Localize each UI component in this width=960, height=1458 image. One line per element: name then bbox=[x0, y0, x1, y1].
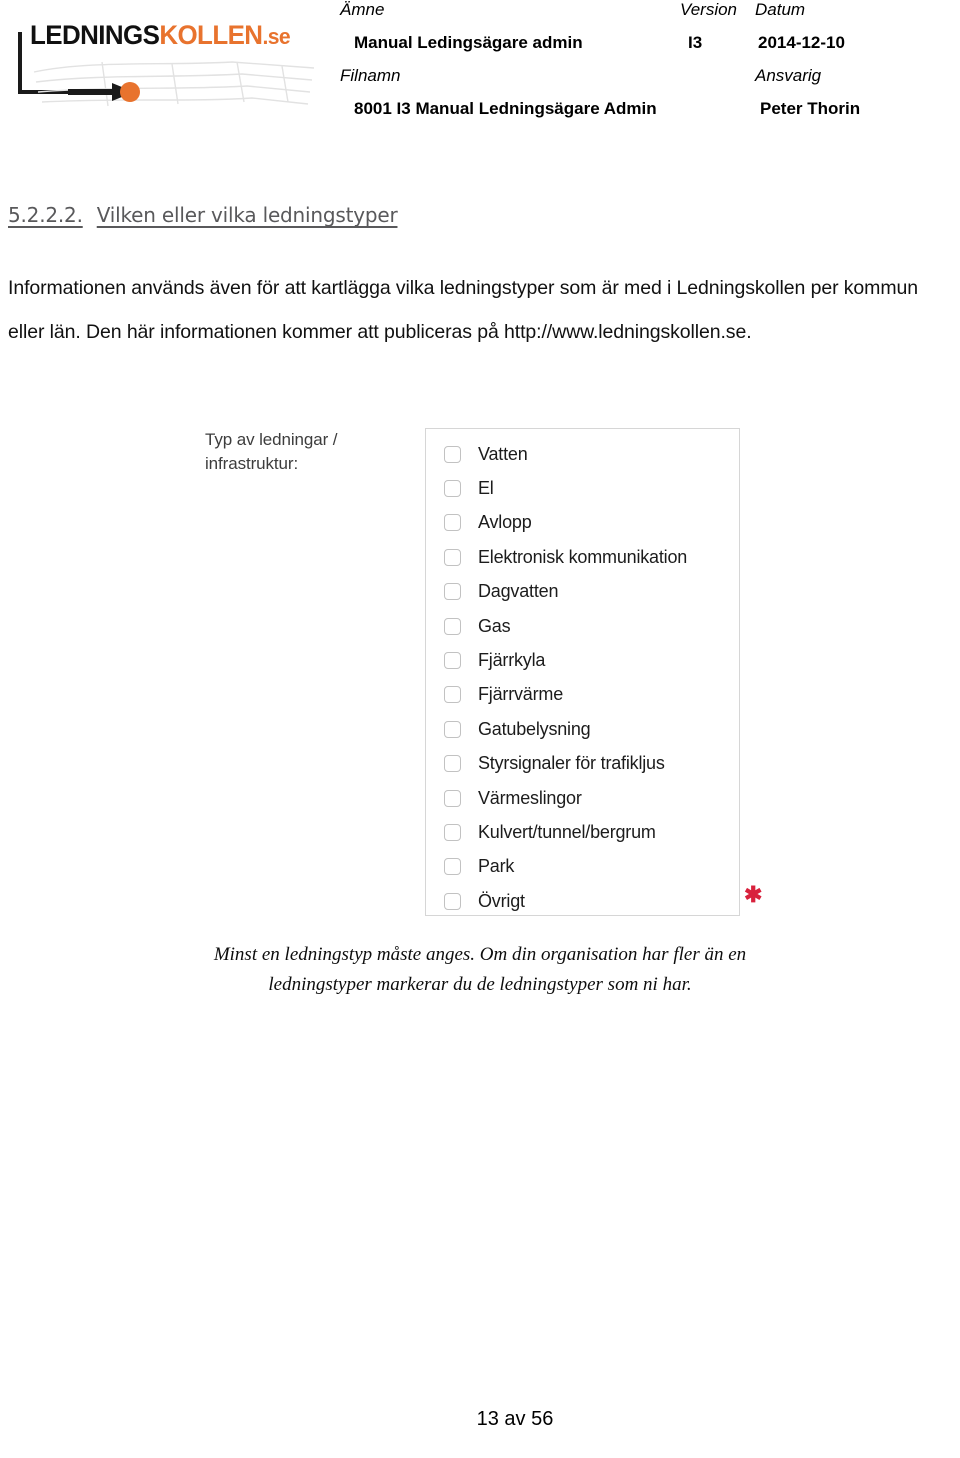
logo-map-lines-icon bbox=[33, 61, 315, 107]
header-metadata-table: Ämne Version Datum Manual Ledingsägare a… bbox=[340, 0, 900, 132]
checkbox-label: Styrsignaler för trafikljus bbox=[478, 753, 665, 774]
checkbox-label: Vatten bbox=[478, 443, 528, 464]
header-value-row-2: 8001 I3 Manual Ledningsägare Admin Peter… bbox=[340, 99, 900, 132]
header-label-row-2: Filnamn Ansvarig bbox=[340, 66, 900, 99]
checkbox-input[interactable] bbox=[444, 583, 461, 601]
header-label-amne: Ämne bbox=[340, 0, 385, 19]
section-number: 5.2.2.2. bbox=[8, 203, 83, 227]
document-header: LEDNINGSKOLLEN.se Ämne Version Datum Man… bbox=[0, 0, 960, 140]
header-value-version: I3 bbox=[688, 33, 703, 52]
checkbox-row[interactable]: Gatubelysning bbox=[426, 712, 739, 746]
checkbox-label: Kulvert/tunnel/bergrum bbox=[478, 821, 656, 842]
checkbox-label: Fjärrvärme bbox=[478, 684, 564, 705]
checkbox-input[interactable] bbox=[444, 514, 461, 532]
header-label-filnamn: Filnamn bbox=[340, 66, 401, 85]
checkbox-label: Dagvatten bbox=[478, 581, 559, 602]
checkbox-row[interactable]: Gas bbox=[426, 609, 739, 643]
ledningskollen-logo: LEDNINGSKOLLEN.se bbox=[8, 14, 318, 114]
checkbox-row[interactable]: Vatten bbox=[426, 437, 739, 471]
checkbox-label: Värmeslingor bbox=[478, 787, 582, 808]
header-label-version: Version bbox=[680, 0, 738, 19]
header-value-amne: Manual Ledingsägare admin bbox=[354, 33, 583, 52]
checkbox-row[interactable]: El bbox=[426, 471, 739, 505]
section-body-paragraph: Informationen används även för att kartl… bbox=[8, 276, 918, 343]
logo-text-se: .se bbox=[262, 24, 291, 49]
checkbox-row[interactable]: Dagvatten bbox=[426, 575, 739, 609]
page-footer: 13 av 56 bbox=[0, 1408, 960, 1431]
section-heading: 5.2.2.2. Vilken eller vilka ledningstyper bbox=[8, 203, 398, 227]
checkbox-input[interactable] bbox=[444, 789, 461, 807]
checkbox-input[interactable] bbox=[444, 652, 461, 670]
logo-location-dot-icon bbox=[120, 82, 140, 102]
checkbox-list: Vatten El Avlopp Elektronisk kommunikation D… bbox=[426, 437, 739, 918]
logo-wordmark: LEDNINGSKOLLEN.se bbox=[30, 20, 291, 51]
checkbox-row[interactable]: Övrigt bbox=[426, 884, 739, 918]
logo-text-kollen: KOLLEN bbox=[159, 20, 263, 50]
field-label-typ-av-ledningar: Typ av ledningar / infrastruktur: bbox=[205, 430, 338, 473]
checkbox-input[interactable] bbox=[444, 445, 461, 463]
checkbox-input[interactable] bbox=[444, 548, 461, 566]
ledningstyper-checkbox-panel[interactable]: Vatten El Avlopp Elektronisk kommunikation D… bbox=[425, 428, 740, 916]
checkbox-label: Övrigt bbox=[478, 890, 525, 911]
checkbox-label: Park bbox=[478, 856, 515, 877]
page-number-label: 13 av 56 bbox=[476, 1408, 554, 1430]
checkbox-label: Gatubelysning bbox=[478, 718, 591, 739]
logo-bracket-vertical bbox=[18, 32, 22, 94]
checkbox-row[interactable]: Avlopp bbox=[426, 506, 739, 540]
checkbox-input[interactable] bbox=[444, 858, 461, 876]
checkbox-label: Avlopp bbox=[478, 512, 532, 533]
header-value-ansvarig: Peter Thorin bbox=[760, 99, 861, 118]
checkbox-input[interactable] bbox=[444, 755, 461, 773]
checkbox-row[interactable]: Fjärrkyla bbox=[426, 643, 739, 677]
checkbox-input[interactable] bbox=[444, 720, 461, 738]
header-value-filnamn: 8001 I3 Manual Ledningsägare Admin bbox=[354, 99, 657, 118]
checkbox-label: Gas bbox=[478, 615, 511, 636]
checkbox-input[interactable] bbox=[444, 480, 461, 498]
figure-ledningstyper-screenshot: Typ av ledningar / infrastruktur: Vatten… bbox=[0, 420, 960, 940]
checkbox-row[interactable]: Park bbox=[426, 850, 739, 884]
checkbox-input[interactable] bbox=[444, 686, 461, 704]
checkbox-label: El bbox=[478, 478, 494, 499]
header-label-row-1: Ämne Version Datum bbox=[340, 0, 900, 33]
checkbox-label: Elektronisk kommunikation bbox=[478, 546, 688, 567]
required-asterisk-icon: ✱ bbox=[744, 882, 763, 907]
header-label-ansvarig: Ansvarig bbox=[755, 66, 822, 85]
figure-caption: Minst en ledningstyp måste anges. Om din… bbox=[213, 944, 747, 995]
logo-text-lednings: LEDNINGS bbox=[30, 20, 160, 50]
checkbox-row[interactable]: Styrsignaler för trafikljus bbox=[426, 747, 739, 781]
checkbox-row[interactable]: Fjärrvärme bbox=[426, 678, 739, 712]
checkbox-input[interactable] bbox=[444, 617, 461, 635]
section-title: Vilken eller vilka ledningstyper bbox=[96, 203, 398, 227]
checkbox-row[interactable]: Elektronisk kommunikation bbox=[426, 540, 739, 574]
checkbox-label: Fjärrkyla bbox=[478, 650, 546, 671]
checkbox-input[interactable] bbox=[444, 892, 461, 910]
checkbox-row[interactable]: Kulvert/tunnel/bergrum bbox=[426, 815, 739, 849]
header-value-datum: 2014-12-10 bbox=[758, 33, 845, 52]
header-value-row-1: Manual Ledingsägare admin I3 2014-12-10 bbox=[340, 33, 900, 66]
checkbox-row[interactable]: Värmeslingor bbox=[426, 781, 739, 815]
checkbox-input[interactable] bbox=[444, 823, 461, 841]
header-label-datum: Datum bbox=[755, 0, 806, 19]
